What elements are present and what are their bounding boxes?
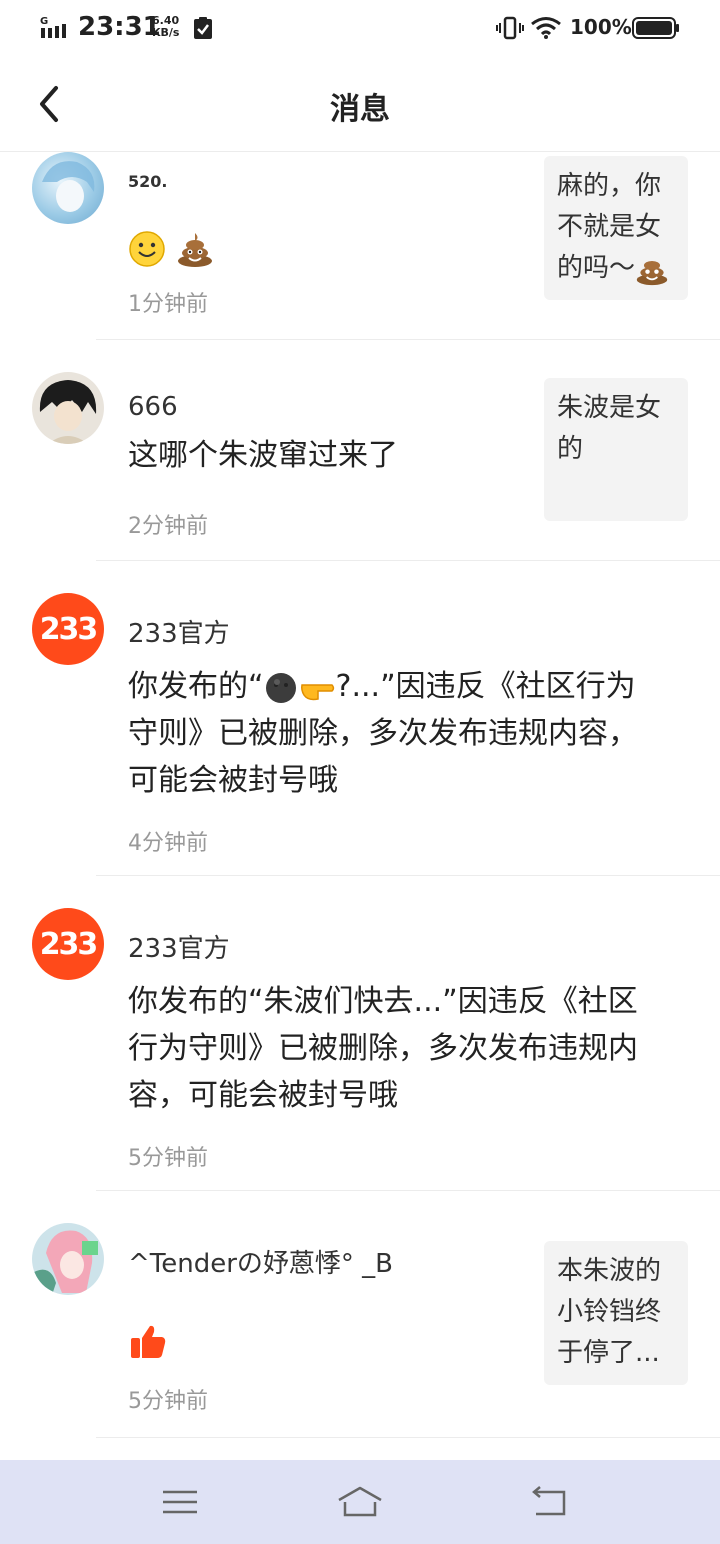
divider — [96, 1437, 720, 1438]
avatar[interactable] — [32, 152, 104, 224]
quoted-post[interactable]: 朱波是女的 — [544, 378, 688, 521]
quoted-post-text: 本朱波的小铃铛终于停了... — [557, 1256, 662, 1368]
wifi-icon — [531, 17, 561, 39]
message-item[interactable]: 666 这哪个朱波窜过来了 2分钟前 朱波是女的 — [0, 340, 720, 561]
message-item[interactable]: ^Tenderの妤蒽悸° _B 5分钟前 本朱波的小铃铛终于停了... — [0, 1191, 720, 1438]
avatar-logo-text: 233 — [39, 611, 99, 647]
message-time: 4分钟前 — [128, 831, 208, 856]
message-content-prefix: 你发布的“ — [128, 669, 264, 704]
status-bar: G 23:31 6.40 KB/s 100% — [0, 0, 720, 58]
quoted-post[interactable]: 麻的，你不就是女的吗～ — [544, 156, 688, 300]
message-item[interactable]: 233 233官方 你发布的“ ?...”因违反《社区行为守则》已被删除，多次发… — [0, 561, 720, 876]
network-speed: 6.40 KB/s — [152, 15, 179, 39]
message-content: 这哪个朱波窜过来了 — [128, 438, 398, 473]
vibrate-icon — [496, 16, 524, 40]
system-nav-bar — [0, 1460, 720, 1544]
message-list[interactable]: 520. 1分钟前 麻的，你不就是女的吗～ 666 这哪个朱波窜过来了 2分钟前… — [0, 152, 720, 1460]
status-time: 23:31 — [78, 12, 161, 42]
avatar[interactable] — [32, 372, 104, 444]
sender-name: ^Tenderの妤蒽悸° _B — [128, 1249, 394, 1279]
back-icon[interactable] — [524, 1482, 574, 1522]
signal-icon: G — [40, 16, 66, 38]
home-icon[interactable] — [335, 1482, 385, 1522]
clipboard-check-icon — [194, 17, 212, 39]
message-content: 你发布的“朱波们快去...”因违反《社区行为守则》已被删除，多次发布违规内容，可… — [128, 984, 638, 1113]
message-content: 你发布的“ ?...”因违反《社区行为守则》已被删除，多次发布违规内容，可能会被… — [128, 663, 648, 804]
message-item[interactable]: 520. 1分钟前 麻的，你不就是女的吗～ — [0, 152, 720, 340]
message-content — [128, 224, 214, 271]
sender-name: 233官方 — [128, 619, 230, 649]
avatar-logo-text: 233 — [39, 926, 99, 962]
avatar[interactable]: 233 — [32, 593, 104, 665]
pointing-hand-emoji-icon — [300, 683, 334, 700]
avatar-image — [42, 161, 95, 212]
sender-name: 666 — [128, 392, 178, 422]
message-time: 1分钟前 — [128, 292, 208, 317]
sender-name: 520. — [128, 172, 168, 191]
avatar[interactable]: 233 — [32, 908, 104, 980]
message-time: 5分钟前 — [128, 1146, 208, 1171]
avatar-image — [32, 1230, 98, 1295]
message-content — [128, 1317, 168, 1364]
thumbs-up-icon — [131, 1325, 166, 1358]
battery-icon — [632, 17, 679, 39]
sender-name: 233官方 — [128, 934, 230, 964]
message-time: 5分钟前 — [128, 1389, 208, 1414]
quoted-post-text: 朱波是女的 — [557, 393, 662, 464]
avatar-image — [39, 380, 97, 444]
page-header: 消息 — [0, 58, 720, 152]
battery-percent: 100% — [570, 15, 632, 39]
quoted-post[interactable]: 本朱波的小铃铛终于停了... — [544, 1241, 688, 1385]
message-time: 2分钟前 — [128, 514, 208, 539]
page-title: 消息 — [330, 92, 390, 127]
message-item[interactable]: 233 233官方 你发布的“朱波们快去...”因违反《社区行为守则》已被删除，… — [0, 876, 720, 1191]
poop-emoji-icon — [636, 260, 668, 285]
avatar[interactable] — [32, 1223, 104, 1295]
menu-icon[interactable] — [155, 1482, 205, 1522]
network-speed-unit: KB/s — [152, 26, 180, 39]
dark-face-emoji-icon — [265, 672, 296, 703]
network-type: G — [40, 16, 48, 27]
smile-emoji-icon — [129, 230, 165, 267]
poop-emoji-icon — [177, 232, 212, 267]
